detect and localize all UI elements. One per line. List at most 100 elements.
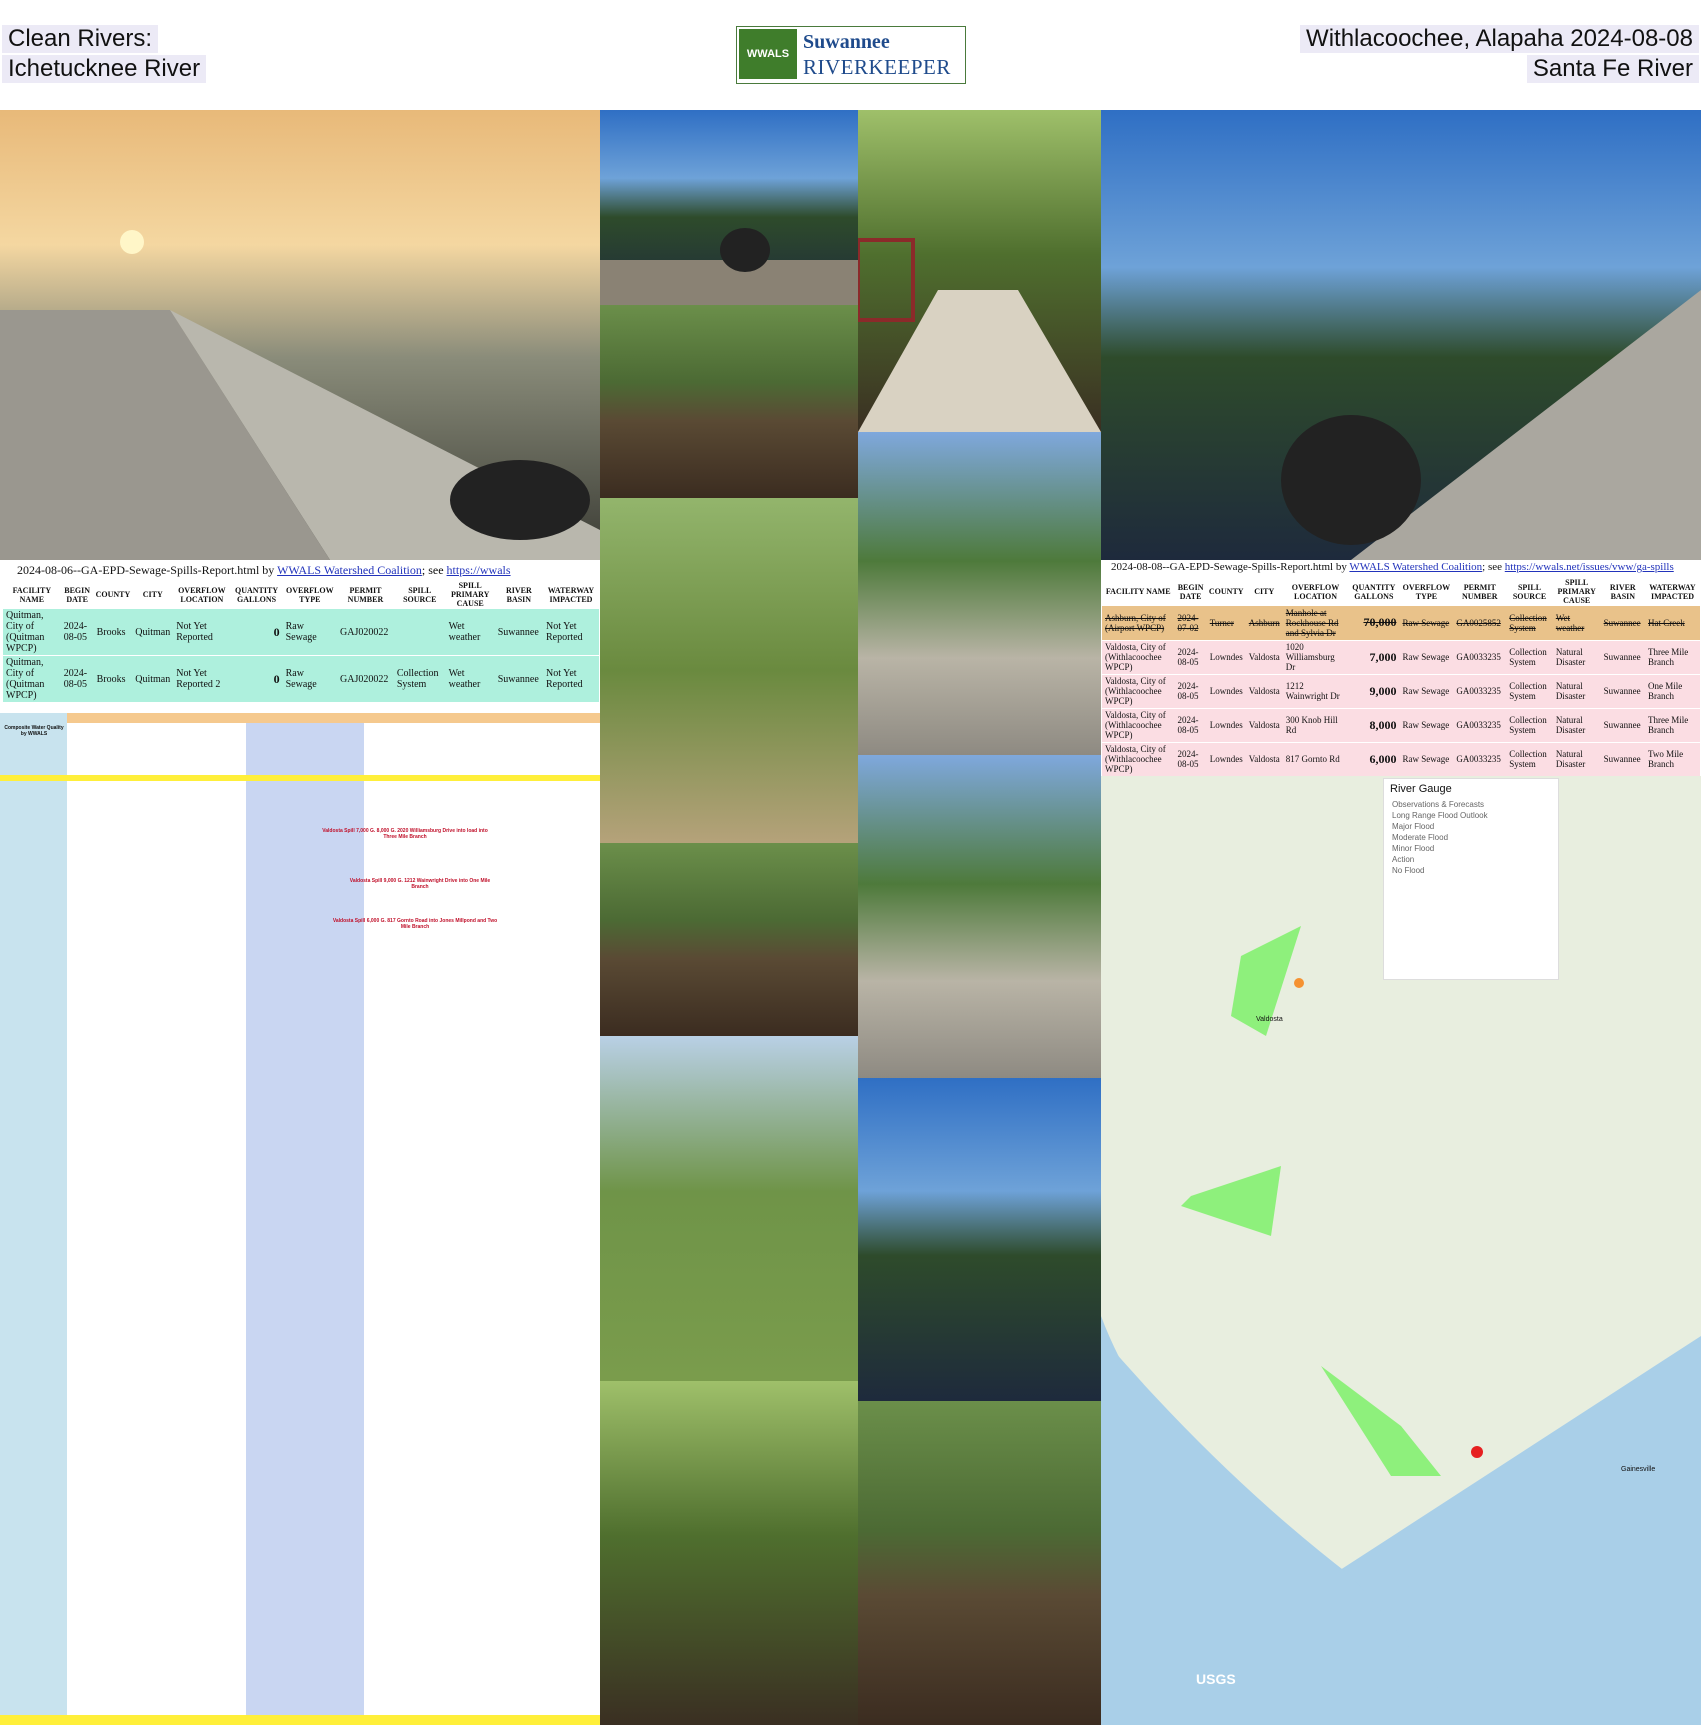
- legend-category: Moderate Flood: [1392, 833, 1449, 842]
- report-right-caption-prefix: 2024-08-08--GA-EPD-Sewage-Spills-Report.…: [1111, 561, 1350, 573]
- table-cell: Hat Creek: [1645, 606, 1700, 641]
- table-cell: 9,000: [1348, 674, 1400, 709]
- col-header: QUANTITY GALLONS: [1348, 577, 1400, 606]
- table-cell: Natural Disaster: [1552, 674, 1601, 709]
- wwals-url-left[interactable]: https://wwals: [447, 563, 511, 577]
- col-header: OVERFLOW LOCATION: [173, 580, 231, 609]
- logo-title: Suwannee: [803, 31, 890, 53]
- gauge-marker[interactable]: [1471, 1446, 1483, 1458]
- table-cell: Collection System: [1506, 640, 1553, 675]
- table-cell: Valdosta: [1245, 640, 1283, 675]
- col-header: OVERFLOW LOCATION: [1282, 577, 1349, 606]
- col-header: OVERFLOW TYPE: [282, 580, 338, 609]
- col-header: SPILL PRIMARY CAUSE: [445, 580, 495, 609]
- col-header: WATERWAY IMPACTED: [542, 580, 599, 609]
- wwals-link-right[interactable]: WWALS Watershed Coalition: [1349, 561, 1482, 573]
- table-cell: GA0033235: [1453, 674, 1507, 709]
- table-cell: 1212 Wainwright Dr: [1282, 674, 1349, 709]
- water-quality-table: Composite Water Quality by WWALS Valdost…: [0, 713, 600, 1725]
- photo-creek-trees: [600, 305, 858, 498]
- col-header: COUNTY: [1206, 577, 1246, 606]
- photo-tall-grass: [600, 498, 858, 843]
- map-credit-usgs: USGS: [1196, 1671, 1236, 1687]
- table-cell: 8,000: [1348, 708, 1400, 743]
- table-cell: 0: [230, 609, 283, 656]
- col-header: FACILITY NAME: [1102, 577, 1175, 606]
- photo-river-bend: [600, 843, 858, 1036]
- wq-note-2: Valdosta Spill 9,000 G. 1212 Wainwright …: [349, 878, 491, 890]
- col-header: RIVER BASIN: [1600, 577, 1646, 606]
- table-cell: Raw Sewage: [1399, 708, 1454, 743]
- table-row: Valdosta, City of (Withlacoochee WPCP) 2…: [1102, 742, 1700, 777]
- report-left-caption-prefix: 2024-08-06--GA-EPD-Sewage-Spills-Report.…: [17, 563, 278, 577]
- table-cell: Three Mile Branch: [1645, 708, 1700, 743]
- river-gauge-map[interactable]: River Gauge Observations & Forecasts Lon…: [1101, 776, 1701, 1725]
- wwals-link-left[interactable]: WWALS Watershed Coalition: [277, 563, 422, 577]
- table-cell: GA0033235: [1453, 742, 1507, 777]
- table-cell: 817 Gornto Rd: [1282, 742, 1349, 777]
- col-header: SPILL SOURCE: [1506, 577, 1553, 606]
- table-cell: Quitman, City of (Quitman WPCP): [3, 655, 61, 703]
- table-cell: Ashburn, City of (Airport WPCP): [1102, 606, 1175, 641]
- table-cell: GA0033235: [1453, 640, 1507, 675]
- col-header: PERMIT NUMBER: [1453, 577, 1507, 606]
- col-header: SPILL SOURCE: [393, 580, 446, 609]
- table-cell: Lowndes: [1206, 742, 1246, 777]
- table-cell: 300 Knob Hill Rd: [1282, 708, 1349, 743]
- map-label-valdosta: Valdosta: [1256, 1016, 1283, 1023]
- col-header: CITY: [132, 580, 174, 609]
- table-cell: Ashburn: [1245, 606, 1283, 641]
- table-cell: Brooks: [93, 655, 133, 703]
- table-cell: Not Yet Reported: [542, 609, 599, 656]
- wwals-url-right[interactable]: https://wwals.net/issues/vww/ga-spills: [1505, 561, 1674, 573]
- col-header: QUANTITY GALLONS: [230, 580, 283, 609]
- legend-category: Minor Flood: [1392, 844, 1435, 853]
- spill-table-left: FACILITY NAME BEGIN DATE COUNTY CITY OVE…: [3, 580, 599, 703]
- table-cell: Natural Disaster: [1552, 742, 1601, 777]
- table-cell: Valdosta: [1245, 708, 1283, 743]
- table-cell: 2024-08-05: [1174, 640, 1207, 675]
- map-label-gainesville: Gainesville: [1621, 1466, 1656, 1473]
- table-cell: [393, 609, 446, 656]
- header-left-line2: Ichetucknee River: [2, 55, 207, 83]
- table-cell: Valdosta, City of (Withlacoochee WPCP): [1102, 742, 1175, 777]
- col-header: SPILL PRIMARY CAUSE: [1552, 577, 1601, 606]
- table-cell: One Mile Branch: [1645, 674, 1700, 709]
- table-cell: 0: [230, 655, 283, 703]
- gauge-marker[interactable]: [1294, 978, 1304, 988]
- table-cell: Not Yet Reported: [542, 655, 599, 703]
- table-cell: GA0025852: [1453, 606, 1507, 641]
- table-cell: Collection System: [1506, 708, 1553, 743]
- photo-boat-ramp-1: [858, 432, 1101, 755]
- table-cell: 2024-08-05: [60, 655, 94, 703]
- photo-bucket-river-1: [600, 110, 858, 305]
- photo-river-clouds: [858, 1078, 1101, 1401]
- col-header: PERMIT NUMBER: [337, 580, 394, 609]
- table-cell: Raw Sewage: [1399, 606, 1454, 641]
- header-right-line2: Santa Fe River: [1526, 55, 1699, 83]
- photo-sunset-bridge: [0, 110, 600, 560]
- river-gauge-legend: River Gauge Observations & Forecasts Lon…: [1383, 778, 1559, 980]
- table-cell: Lowndes: [1206, 674, 1246, 709]
- table-cell: Suwannee: [494, 655, 543, 703]
- table-cell: Wet weather: [445, 655, 495, 703]
- table-cell: Valdosta, City of (Withlacoochee WPCP): [1102, 640, 1175, 675]
- table-cell: Collection System: [1506, 742, 1553, 777]
- legend-option[interactable]: Observations & Forecasts: [1384, 799, 1558, 810]
- legend-option[interactable]: Long Range Flood Outlook: [1384, 810, 1558, 821]
- col-header: WATERWAY IMPACTED: [1645, 577, 1700, 606]
- photo-bucket-bridge-right: [1101, 110, 1701, 560]
- legend-title[interactable]: River Gauge: [1384, 779, 1558, 799]
- table-cell: Collection System: [1506, 606, 1553, 641]
- photo-boat-ramp-2: [858, 755, 1101, 1078]
- table-cell: Valdosta, City of (Withlacoochee WPCP): [1102, 674, 1175, 709]
- logo-subtitle: RIVERKEEPER: [803, 55, 951, 79]
- table-cell: Wet weather: [445, 609, 495, 656]
- spill-table-right: FACILITY NAME BEGIN DATE COUNTY CITY OVE…: [1102, 577, 1700, 777]
- table-row: Quitman, City of (Quitman WPCP) 2024-08-…: [3, 609, 599, 656]
- col-header: COUNTY: [93, 580, 133, 609]
- wq-title: Composite Water Quality by WWALS: [4, 725, 64, 737]
- table-cell: Suwannee: [494, 609, 543, 656]
- table-cell: 2024-08-05: [60, 609, 94, 656]
- table-cell: Raw Sewage: [282, 609, 338, 656]
